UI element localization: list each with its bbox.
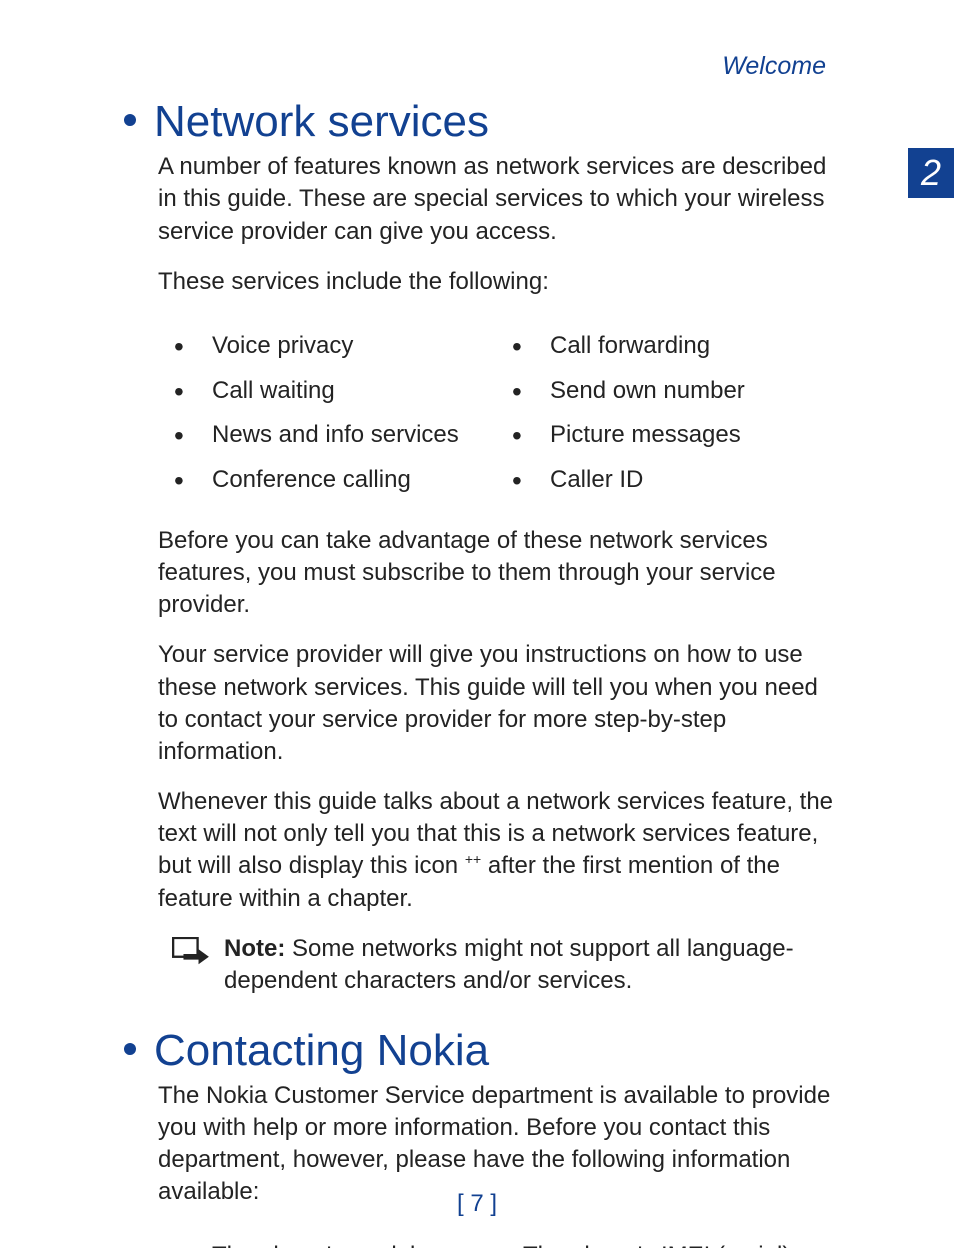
list-item: The phone's model number (3390) — [168, 1242, 479, 1248]
chapter-number-tab: 2 — [908, 148, 954, 198]
list-item: Send own number — [506, 377, 844, 406]
list-item: Picture messages — [506, 421, 844, 450]
note-label: Note: — [224, 935, 285, 962]
contact-info-list: The phone's model number (3390) Your Zip… — [168, 1226, 844, 1248]
header-breadcrumb: Welcome — [120, 52, 826, 81]
list-item: Voice privacy — [168, 332, 506, 361]
network-services-icon-marker: ++ — [465, 851, 481, 867]
heading-bullet-icon — [124, 1043, 136, 1055]
note-body: Some networks might not support all lang… — [224, 935, 794, 994]
para-intro: A number of features known as network se… — [158, 151, 844, 247]
para-services-intro: These services include the following: — [158, 266, 844, 298]
list-item: The phone's IMEI (serial) number — [479, 1242, 844, 1248]
note-block: Note: Some networks might not support al… — [172, 933, 844, 998]
section-heading-contacting-nokia: Contacting Nokia — [120, 1028, 864, 1074]
heading-bullet-icon — [124, 114, 136, 126]
section-title: Contacting Nokia — [154, 1026, 489, 1075]
note-arrow-icon — [172, 937, 210, 969]
section-title: Network services — [154, 97, 489, 146]
page-number: [ 7 ] — [0, 1190, 954, 1218]
para-icon-mention: Whenever this guide talks about a networ… — [158, 786, 844, 915]
para-subscribe: Before you can take advantage of these n… — [158, 525, 844, 621]
list-item: Caller ID — [506, 466, 844, 495]
section-heading-network-services: Network services — [120, 99, 864, 145]
services-list: Voice privacy Call waiting News and info… — [168, 316, 844, 511]
list-item: Conference calling — [168, 466, 506, 495]
list-item: Call waiting — [168, 377, 506, 406]
list-item: News and info services — [168, 421, 506, 450]
para-instructions: Your service provider will give you inst… — [158, 639, 844, 768]
note-text: Note: Some networks might not support al… — [224, 933, 844, 998]
list-item: Call forwarding — [506, 332, 844, 361]
